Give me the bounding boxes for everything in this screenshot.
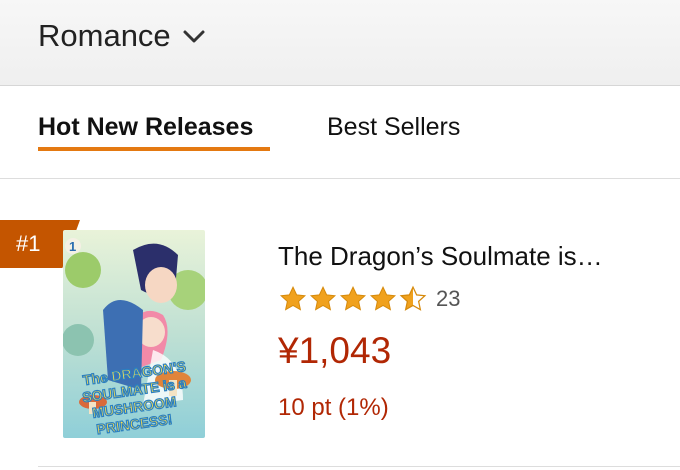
star-full-icon bbox=[279, 285, 307, 311]
cover-volume-number: 1 bbox=[69, 239, 76, 254]
tab-best-sellers[interactable]: Best Sellers bbox=[327, 113, 460, 142]
points-reward: 10 pt (1%) bbox=[278, 394, 389, 421]
review-count[interactable]: 23 bbox=[436, 286, 460, 312]
star-full-icon bbox=[369, 285, 397, 311]
stars bbox=[278, 284, 428, 314]
chevron-down-icon bbox=[181, 23, 207, 49]
star-full-icon bbox=[309, 285, 337, 311]
book-cover-image[interactable]: 1 The DRAGON'S SOULMATE is a MUSHROOM PR… bbox=[63, 230, 205, 438]
category-label: Romance bbox=[38, 18, 171, 53]
tab-bar: Hot New Releases Best Sellers bbox=[0, 87, 680, 179]
star-half-icon bbox=[399, 285, 427, 311]
tab-hot-new-releases[interactable]: Hot New Releases bbox=[38, 113, 253, 142]
active-tab-indicator bbox=[38, 147, 270, 151]
category-dropdown[interactable]: Romance bbox=[38, 14, 207, 58]
product-list-item[interactable]: #1 1 The DRAGON'S SOULMATE is a MUSHROOM… bbox=[0, 180, 680, 465]
category-bar: Romance bbox=[0, 0, 680, 86]
price: ¥1,043 bbox=[278, 330, 392, 371]
product-title[interactable]: The Dragon’s Soulmate is… bbox=[278, 241, 603, 272]
item-divider bbox=[38, 466, 680, 467]
star-rating[interactable]: 23 bbox=[278, 284, 460, 314]
star-full-icon bbox=[339, 285, 367, 311]
